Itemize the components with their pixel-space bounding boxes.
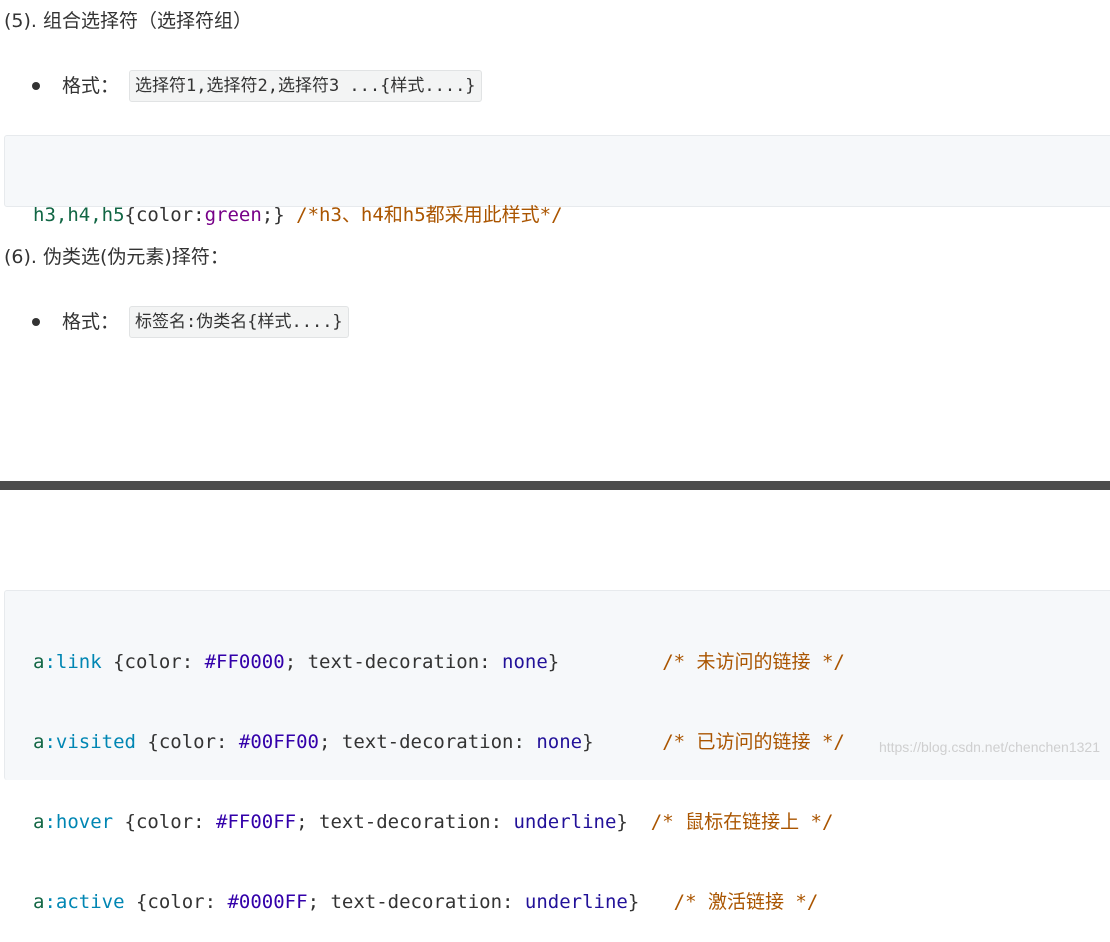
code-pseudo: :hover bbox=[44, 811, 114, 833]
code-line: h3,h4,h5{color:green;} /*h3、h4和h5都采用此样式*… bbox=[33, 197, 1110, 233]
code-keyword: none bbox=[536, 731, 583, 753]
code-keyword: underline bbox=[524, 891, 628, 913]
section-divider bbox=[0, 481, 1110, 490]
code-punct: } bbox=[627, 891, 640, 913]
code-spacer bbox=[639, 891, 673, 913]
bullet-dot-icon bbox=[32, 318, 40, 326]
code-punct: ; text-decoration: bbox=[296, 811, 514, 833]
code-selector: h3,h4,h5 bbox=[33, 204, 125, 226]
code-comment: /* 已访问的链接 */ bbox=[662, 731, 845, 753]
code-punct: {color: bbox=[101, 651, 205, 673]
code-pseudo: :visited bbox=[44, 731, 136, 753]
code-punct: {color: bbox=[124, 204, 205, 226]
watermark-text: https://blog.csdn.net/chenchen1321 bbox=[878, 739, 1100, 755]
code-comment: /*h3、h4和h5都采用此样式*/ bbox=[296, 204, 563, 226]
code-spacer bbox=[594, 731, 663, 753]
section-6-heading: (6). 伪类选(伪元素)择符： bbox=[4, 246, 229, 268]
format-inline-code: 选择符1,选择符2,选择符3 ...{样式....} bbox=[129, 70, 482, 102]
code-punct: ; text-decoration: bbox=[284, 651, 503, 673]
format-label: 格式： bbox=[62, 311, 120, 333]
code-spacer bbox=[628, 811, 651, 833]
code-pseudo: :active bbox=[44, 891, 125, 913]
code-line: a:link {color: #FF0000; text-decoration:… bbox=[33, 644, 1110, 680]
section-6-format-item: 格式： 标签名:伪类名{样式....} bbox=[32, 306, 349, 338]
code-value: green bbox=[204, 204, 262, 226]
code-punct: {color: bbox=[113, 811, 217, 833]
code-keyword: underline bbox=[513, 811, 617, 833]
format-inline-code: 标签名:伪类名{样式....} bbox=[129, 306, 349, 338]
code-punct: } bbox=[616, 811, 628, 833]
code-punct: ;} bbox=[261, 204, 285, 226]
code-spacer bbox=[559, 651, 662, 673]
code-hex: #00FF00 bbox=[238, 731, 319, 753]
section-5-heading: (5). 组合选择符（选择符组） bbox=[4, 10, 252, 32]
code-element: a bbox=[33, 651, 45, 673]
code-punct: ; text-decoration: bbox=[319, 731, 537, 753]
code-punct: {color: bbox=[124, 891, 228, 913]
code-punct: } bbox=[547, 651, 560, 673]
code-comment: /* 未访问的链接 */ bbox=[662, 651, 845, 673]
code-line: a:hover {color: #FF00FF; text-decoration… bbox=[33, 804, 1110, 840]
code-element: a bbox=[33, 891, 45, 913]
code-comment: /* 鼠标在链接上 */ bbox=[650, 811, 834, 833]
code-element: a bbox=[33, 731, 45, 753]
code-punct: {color: bbox=[135, 731, 239, 753]
code-line: a:active {color: #0000FF; text-decoratio… bbox=[33, 884, 1110, 920]
code-keyword: none bbox=[502, 651, 548, 673]
code-punct: } bbox=[582, 731, 594, 753]
code-hex: #FF0000 bbox=[204, 651, 285, 673]
code-comment: /* 激活链接 */ bbox=[673, 891, 819, 913]
code-hex: #FF00FF bbox=[216, 811, 297, 833]
code-pseudo: :link bbox=[44, 651, 102, 673]
code-block-group-selector: h3,h4,h5{color:green;} /*h3、h4和h5都采用此样式*… bbox=[4, 135, 1110, 226]
code-punct: ; text-decoration: bbox=[307, 891, 525, 913]
code-element: a bbox=[33, 811, 45, 833]
section-5-format-item: 格式： 选择符1,选择符2,选择符3 ...{样式....} bbox=[32, 70, 482, 102]
format-label: 格式： bbox=[62, 75, 120, 97]
bullet-dot-icon bbox=[32, 82, 40, 90]
code-hex: #0000FF bbox=[227, 891, 308, 913]
